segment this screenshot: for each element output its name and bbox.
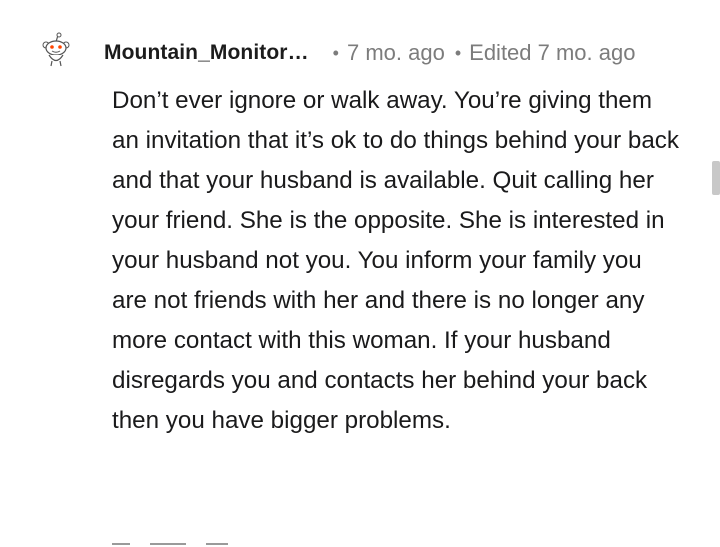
scrollbar-thumb[interactable] [712, 161, 720, 195]
comment-body: Don’t ever ignore or walk away. You’re g… [112, 87, 679, 434]
separator-dot: • [332, 42, 339, 63]
avatar[interactable] [38, 32, 74, 68]
edited-label: Edited 7 mo. ago [469, 40, 636, 65]
comment-age[interactable]: 7 mo. ago [347, 40, 445, 66]
comment-meta: Mountain_Monitor… • 7 mo. ago • Edited 7… [104, 38, 635, 68]
author-username[interactable]: Mountain_Monitor… [104, 41, 309, 65]
comment: Mountain_Monitor… • 7 mo. ago • Edited 7… [0, 0, 720, 547]
separator-dot: • [454, 42, 462, 63]
next-comment-action-row [112, 543, 312, 547]
snoo-avatar-icon [42, 32, 70, 67]
